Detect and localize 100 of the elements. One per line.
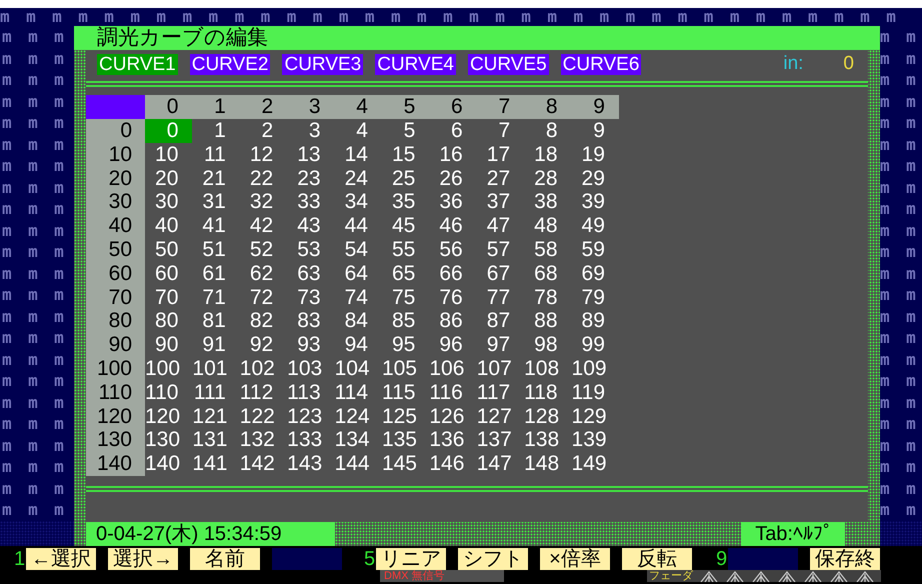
table-cell[interactable]: 54 [334,238,382,262]
table-cell[interactable]: 32 [240,190,288,214]
table-cell[interactable]: 1 [192,119,240,143]
table-cell[interactable]: 74 [334,286,382,310]
table-cell[interactable]: 46 [429,214,477,238]
table-cell[interactable]: 53 [287,238,335,262]
table-cell[interactable]: 135 [382,428,430,452]
table-cell[interactable]: 131 [192,428,240,452]
table-cell[interactable]: 68 [524,262,572,286]
table-cell[interactable]: 4 [334,119,382,143]
table-cell[interactable]: 49 [572,214,619,238]
table-cell[interactable]: 94 [334,333,382,357]
table-cell[interactable]: 24 [334,166,382,190]
table-cell[interactable]: 39 [572,190,619,214]
table-cell[interactable]: 129 [572,404,619,428]
table-cell[interactable]: 30 [145,190,192,214]
table-cell[interactable]: 73 [287,286,335,310]
table-cell[interactable]: 40 [145,214,192,238]
table-cell[interactable]: 5 [382,119,430,143]
table-cell[interactable]: 63 [287,262,335,286]
table-cell[interactable]: 10 [145,142,192,167]
table-cell[interactable]: 65 [382,262,430,286]
table-cell[interactable]: 52 [240,238,288,262]
table-cell[interactable]: 17 [476,142,524,167]
table-cell[interactable]: 8 [524,119,572,143]
table-cell[interactable]: 92 [240,333,288,357]
table-cell[interactable]: 100 [145,356,192,381]
table-cell[interactable]: 25 [382,166,430,190]
table-cell[interactable]: 141 [192,452,240,476]
table-cell[interactable]: 127 [476,404,524,428]
table-cell[interactable]: 14 [334,142,382,167]
table-cell[interactable]: 35 [382,190,430,214]
function-key[interactable]: 保存終 [810,548,880,570]
table-cell[interactable]: 144 [334,452,382,476]
table-cell[interactable]: 99 [572,333,619,357]
table-cell[interactable]: 22 [240,166,288,190]
table-cell[interactable]: 146 [429,452,477,476]
table-cell[interactable]: 37 [476,190,524,214]
table-cell[interactable]: 55 [382,238,430,262]
function-key[interactable]: リニア [376,548,446,570]
table-cell[interactable]: 112 [240,380,288,405]
table-cell[interactable]: 81 [192,309,240,334]
table-cell[interactable]: 41 [192,214,240,238]
table-cell[interactable]: 98 [524,333,572,357]
function-key[interactable]: 名前 [190,548,260,570]
table-cell[interactable]: 104 [334,356,382,381]
table-cell[interactable]: 106 [429,356,477,381]
table-cell[interactable]: 70 [145,286,192,310]
table-cell[interactable]: 115 [382,380,430,405]
table-cell[interactable]: 13 [287,142,335,167]
table-cell[interactable]: 149 [572,452,619,476]
table-cell[interactable]: 58 [524,238,572,262]
table-cell[interactable]: 125 [382,404,430,428]
table-cell[interactable]: 130 [145,428,192,452]
table-cell[interactable]: 118 [524,380,572,405]
table-cell[interactable]: 97 [476,333,524,357]
function-key[interactable]: 反転 [622,548,692,570]
table-cell[interactable]: 62 [240,262,288,286]
table-cell[interactable]: 128 [524,404,572,428]
table-cell[interactable]: 36 [429,190,477,214]
table-cell[interactable]: 116 [429,380,477,405]
table-cell[interactable]: 105 [382,356,430,381]
table-cell[interactable]: 80 [145,309,192,334]
table-cell[interactable]: 147 [476,452,524,476]
table-cell[interactable]: 93 [287,333,335,357]
table-cell[interactable]: 6 [429,119,477,143]
table-cell[interactable]: 136 [429,428,477,452]
table-cell[interactable]: 87 [476,309,524,334]
table-cell[interactable]: 27 [476,166,524,190]
table-cell[interactable]: 75 [382,286,430,310]
table-cell[interactable]: 51 [192,238,240,262]
table-cell[interactable]: 7 [476,119,524,143]
table-cell[interactable]: 121 [192,404,240,428]
table-cell[interactable]: 109 [572,356,619,381]
curve-tab[interactable]: CURVE4 [375,54,456,74]
table-cell[interactable]: 113 [287,380,335,405]
table-cell[interactable]: 142 [240,452,288,476]
table-cell[interactable]: 111 [192,380,240,405]
table-cell[interactable]: 145 [382,452,430,476]
table-cell[interactable]: 139 [572,428,619,452]
table-cell[interactable]: 11 [192,142,240,167]
table-cell[interactable]: 56 [429,238,477,262]
table-cell[interactable]: 140 [145,452,192,476]
table-cell[interactable]: 88 [524,309,572,334]
table-cell[interactable]: 148 [524,452,572,476]
empty-key[interactable] [728,548,798,570]
table-cell[interactable]: 3 [287,119,335,143]
table-cell[interactable]: 107 [476,356,524,381]
table-cell[interactable]: 138 [524,428,572,452]
table-cell[interactable]: 108 [524,356,572,381]
table-cell[interactable]: 76 [429,286,477,310]
table-cell[interactable]: 84 [334,309,382,334]
table-cell[interactable]: 72 [240,286,288,310]
table-cell[interactable]: 114 [334,380,382,405]
table-cell[interactable]: 29 [572,166,619,190]
table-cell[interactable]: 123 [287,404,335,428]
table-cell[interactable]: 50 [145,238,192,262]
table-cell[interactable]: 45 [382,214,430,238]
table-cell[interactable]: 44 [334,214,382,238]
table-cell[interactable]: 48 [524,214,572,238]
